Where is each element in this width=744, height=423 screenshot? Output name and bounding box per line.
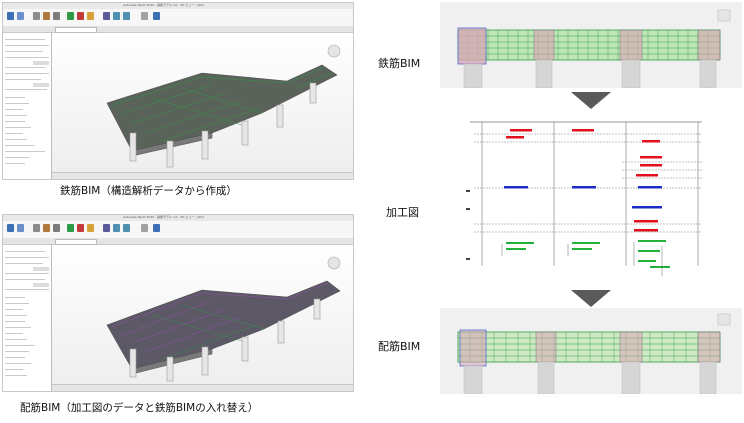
rebar-icon[interactable]: [67, 12, 74, 20]
wall-icon[interactable]: [33, 12, 40, 20]
view-cube-icon[interactable]: [327, 256, 341, 270]
view-icon[interactable]: [153, 12, 160, 20]
rebar-icon[interactable]: [67, 224, 74, 232]
column-icon[interactable]: [53, 12, 60, 20]
column-icon[interactable]: [53, 224, 60, 232]
rebar-model-3d: [106, 44, 341, 168]
cut-icon[interactable]: [77, 12, 84, 20]
beam-icon[interactable]: [43, 12, 50, 20]
window-title: Autodesk Revit 2020 - 鉄筋モデル.rvt - 3D ビュー…: [123, 215, 205, 219]
properties-panel[interactable]: [3, 33, 52, 179]
revit-window-bottom: Autodesk Revit 2020 - 鉄筋モデル.rvt - 3D ビュー…: [2, 214, 354, 392]
modify-icon[interactable]: [7, 12, 14, 20]
caption-top: 鉄筋BIM（構造解析データから作成）: [60, 185, 237, 197]
join-icon[interactable]: [87, 12, 94, 20]
ribbon-toolbar[interactable]: [3, 221, 353, 239]
fabrication-drawing: [462, 116, 708, 286]
rebar-model-3d: [106, 256, 341, 382]
select-icon[interactable]: [17, 12, 24, 20]
label-rebar-bim: 鉄筋BIM: [378, 57, 421, 70]
view-tabs[interactable]: [3, 238, 353, 245]
select-icon[interactable]: [17, 224, 24, 232]
align-icon[interactable]: [103, 224, 110, 232]
properties-panel[interactable]: [3, 245, 52, 391]
rebar-bim-elevation: [440, 2, 742, 89]
status-bar: [52, 172, 353, 179]
view-cube-icon[interactable]: [717, 9, 731, 22]
copy-icon[interactable]: [123, 12, 130, 20]
measure-icon[interactable]: [141, 224, 148, 232]
window-title: Autodesk Revit 2020 - 鉄筋モデル.rvt - 3D ビュー…: [123, 3, 205, 7]
view-cube-icon[interactable]: [327, 44, 341, 58]
label-fabrication-drawing: 加工図: [386, 206, 419, 219]
copy-icon[interactable]: [123, 224, 130, 232]
caption-bottom: 配筋BIM（加工図のデータと鉄筋BIMの入れ替え）: [20, 402, 259, 414]
align-icon[interactable]: [103, 12, 110, 20]
down-arrow-1-icon: [571, 92, 611, 109]
move-icon[interactable]: [113, 224, 120, 232]
view-icon[interactable]: [153, 224, 160, 232]
view-tabs[interactable]: [3, 26, 353, 33]
placement-bim-elevation: [440, 308, 742, 395]
down-arrow-2-icon: [571, 290, 611, 307]
move-icon[interactable]: [113, 12, 120, 20]
modify-icon[interactable]: [7, 224, 14, 232]
cut-icon[interactable]: [77, 224, 84, 232]
viewport-3d[interactable]: [52, 33, 353, 173]
wall-icon[interactable]: [33, 224, 40, 232]
view-cube-icon[interactable]: [717, 313, 731, 326]
viewport-3d[interactable]: [52, 245, 353, 385]
ribbon-toolbar[interactable]: [3, 9, 353, 27]
label-placement-bim: 配筋BIM: [378, 340, 421, 353]
revit-window-top: Autodesk Revit 2020 - 鉄筋モデル.rvt - 3D ビュー…: [2, 2, 354, 180]
status-bar: [52, 384, 353, 391]
join-icon[interactable]: [87, 224, 94, 232]
measure-icon[interactable]: [141, 12, 148, 20]
beam-icon[interactable]: [43, 224, 50, 232]
